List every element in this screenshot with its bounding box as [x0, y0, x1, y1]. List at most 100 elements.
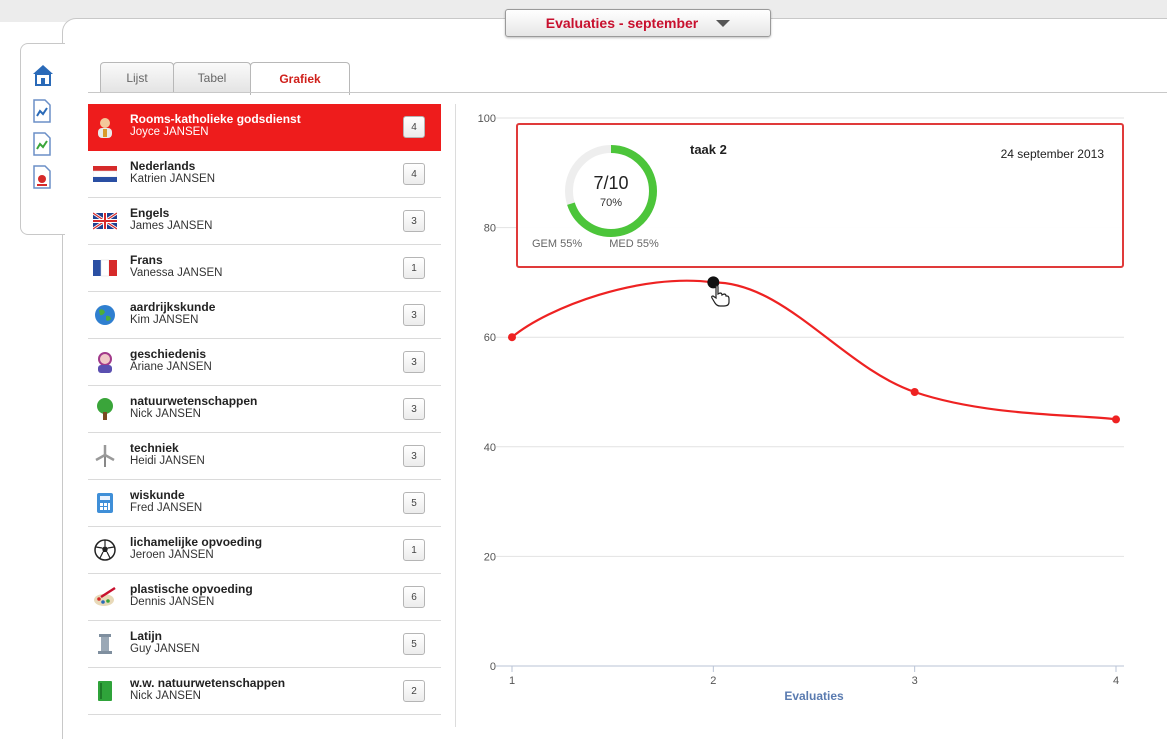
average-stat: GEM 55% [532, 238, 583, 250]
count-badge: 3 [403, 210, 425, 232]
count-badge: 2 [403, 680, 425, 702]
score-percent: 70% [599, 197, 623, 209]
teacher-name: Ariane JANSEN [130, 361, 212, 373]
task-name: taak 2 [690, 142, 727, 157]
document-chart-icon[interactable] [31, 99, 53, 123]
home-icon[interactable] [31, 62, 55, 88]
teacher-name: Vanessa JANSEN [130, 267, 223, 279]
page-title: Evaluaties - september [545, 15, 699, 31]
dutch-flag-icon [93, 166, 117, 182]
count-badge: 3 [403, 351, 425, 373]
tab-lijst[interactable]: Lijst [100, 62, 174, 93]
y-tick-label: 0 [490, 661, 496, 673]
month-selector-button[interactable]: Evaluaties - september [505, 9, 771, 37]
religion-icon [98, 118, 112, 138]
series-line [511, 279, 1117, 421]
subject-name: Rooms-katholieke godsdienst [130, 112, 301, 126]
list-item[interactable]: geschiedenis Ariane JANSEN 3 [88, 339, 441, 386]
windmill-icon [95, 445, 115, 467]
globe-icon [95, 305, 115, 325]
y-tick-label: 100 [478, 113, 496, 125]
list-item[interactable]: wiskunde Fred JANSEN 5 [88, 480, 441, 527]
tooltip-stats: GEM 55% MED 55% [532, 238, 683, 250]
subject-name: Engels [130, 206, 170, 220]
count-badge: 3 [403, 398, 425, 420]
list-item[interactable]: w.w. natuurwetenschappen Nick JANSEN 2 [88, 668, 441, 715]
teacher-name: Katrien JANSEN [130, 173, 216, 185]
football-icon [94, 539, 116, 561]
subject-name: plastische opvoeding [130, 582, 253, 596]
subject-name: wiskunde [130, 488, 185, 502]
subject-name: lichamelijke opvoeding [130, 535, 263, 549]
y-tick-label: 20 [484, 551, 496, 563]
x-tick-label: 1 [509, 675, 515, 687]
history-icon [98, 352, 112, 373]
paint-icon [94, 586, 116, 606]
score-value: 7/10 [593, 173, 629, 193]
x-tick-label: 3 [912, 675, 918, 687]
subject-name: Frans [130, 253, 163, 267]
median-stat: MED 55% [609, 238, 659, 250]
subject-name: techniek [130, 441, 179, 455]
french-flag-icon [93, 259, 117, 277]
teacher-name: Joyce JANSEN [130, 126, 209, 138]
hand-cursor-icon [711, 285, 730, 307]
count-badge: 3 [403, 304, 425, 326]
count-badge: 5 [403, 492, 425, 514]
count-badge: 1 [403, 539, 425, 561]
tree-icon [97, 398, 113, 420]
data-point[interactable] [1112, 415, 1120, 424]
list-item[interactable]: Latijn Guy JANSEN 5 [88, 621, 441, 668]
x-tick-label: 2 [710, 675, 716, 687]
calculator-icon [97, 493, 113, 513]
count-badge: 6 [403, 586, 425, 608]
list-item[interactable]: lichamelijke opvoeding Jeroen JANSEN 1 [88, 527, 441, 574]
teacher-name: James JANSEN [130, 220, 213, 232]
data-point[interactable] [508, 333, 516, 342]
teacher-name: Heidi JANSEN [130, 455, 205, 467]
task-date: 24 september 2013 [1000, 147, 1104, 161]
list-item[interactable]: plastische opvoeding Dennis JANSEN 6 [88, 574, 441, 621]
y-tick-label: 40 [484, 442, 496, 454]
teacher-name: Guy JANSEN [130, 643, 200, 655]
subject-list: Rooms-katholieke godsdienst Joyce JANSEN… [88, 104, 441, 715]
subject-name: natuurwetenschappen [130, 394, 258, 408]
data-point-tooltip: 7/10 70% taak 2 24 september 2013 GEM 55… [516, 123, 1124, 268]
list-item[interactable]: natuurwetenschappen Nick JANSEN 3 [88, 386, 441, 433]
list-item[interactable]: techniek Heidi JANSEN 3 [88, 433, 441, 480]
teacher-name: Nick JANSEN [130, 690, 201, 702]
subject-name: geschiedenis [130, 347, 207, 361]
teacher-name: Dennis JANSEN [130, 596, 215, 608]
teacher-name: Kim JANSEN [130, 314, 199, 326]
tab-grafiek[interactable]: Grafiek [250, 62, 350, 95]
document-report-icon[interactable] [31, 165, 53, 189]
document-chart-green-icon[interactable] [31, 132, 53, 156]
count-badge: 1 [403, 257, 425, 279]
count-badge: 3 [403, 445, 425, 467]
count-badge: 5 [403, 633, 425, 655]
x-axis-title: Evaluaties [784, 689, 844, 703]
tab-tabel[interactable]: Tabel [173, 62, 251, 93]
y-tick-label: 80 [484, 223, 496, 235]
count-badge: 4 [403, 163, 425, 185]
teacher-name: Nick JANSEN [130, 408, 201, 420]
list-item[interactable]: aardrijkskunde Kim JANSEN 3 [88, 292, 441, 339]
subject-name: Nederlands [130, 159, 196, 173]
subject-name: w.w. natuurwetenschappen [130, 676, 286, 690]
list-item[interactable]: Rooms-katholieke godsdienst Joyce JANSEN… [88, 104, 441, 151]
book-icon [98, 681, 112, 701]
count-badge: 4 [403, 116, 425, 138]
side-nav [20, 43, 65, 235]
uk-flag-icon [93, 211, 117, 231]
subject-name: Latijn [130, 629, 162, 643]
column-icon [98, 634, 112, 654]
list-item[interactable]: Frans Vanessa JANSEN 1 [88, 245, 441, 292]
data-point[interactable] [910, 388, 919, 396]
list-item[interactable]: Engels James JANSEN 3 [88, 198, 441, 245]
teacher-name: Jeroen JANSEN [130, 549, 214, 561]
chevron-down-icon [716, 19, 731, 27]
subject-name: aardrijkskunde [130, 300, 216, 314]
x-tick-label: 4 [1113, 675, 1119, 687]
list-item[interactable]: Nederlands Katrien JANSEN 4 [88, 151, 441, 198]
y-tick-label: 60 [484, 332, 496, 344]
